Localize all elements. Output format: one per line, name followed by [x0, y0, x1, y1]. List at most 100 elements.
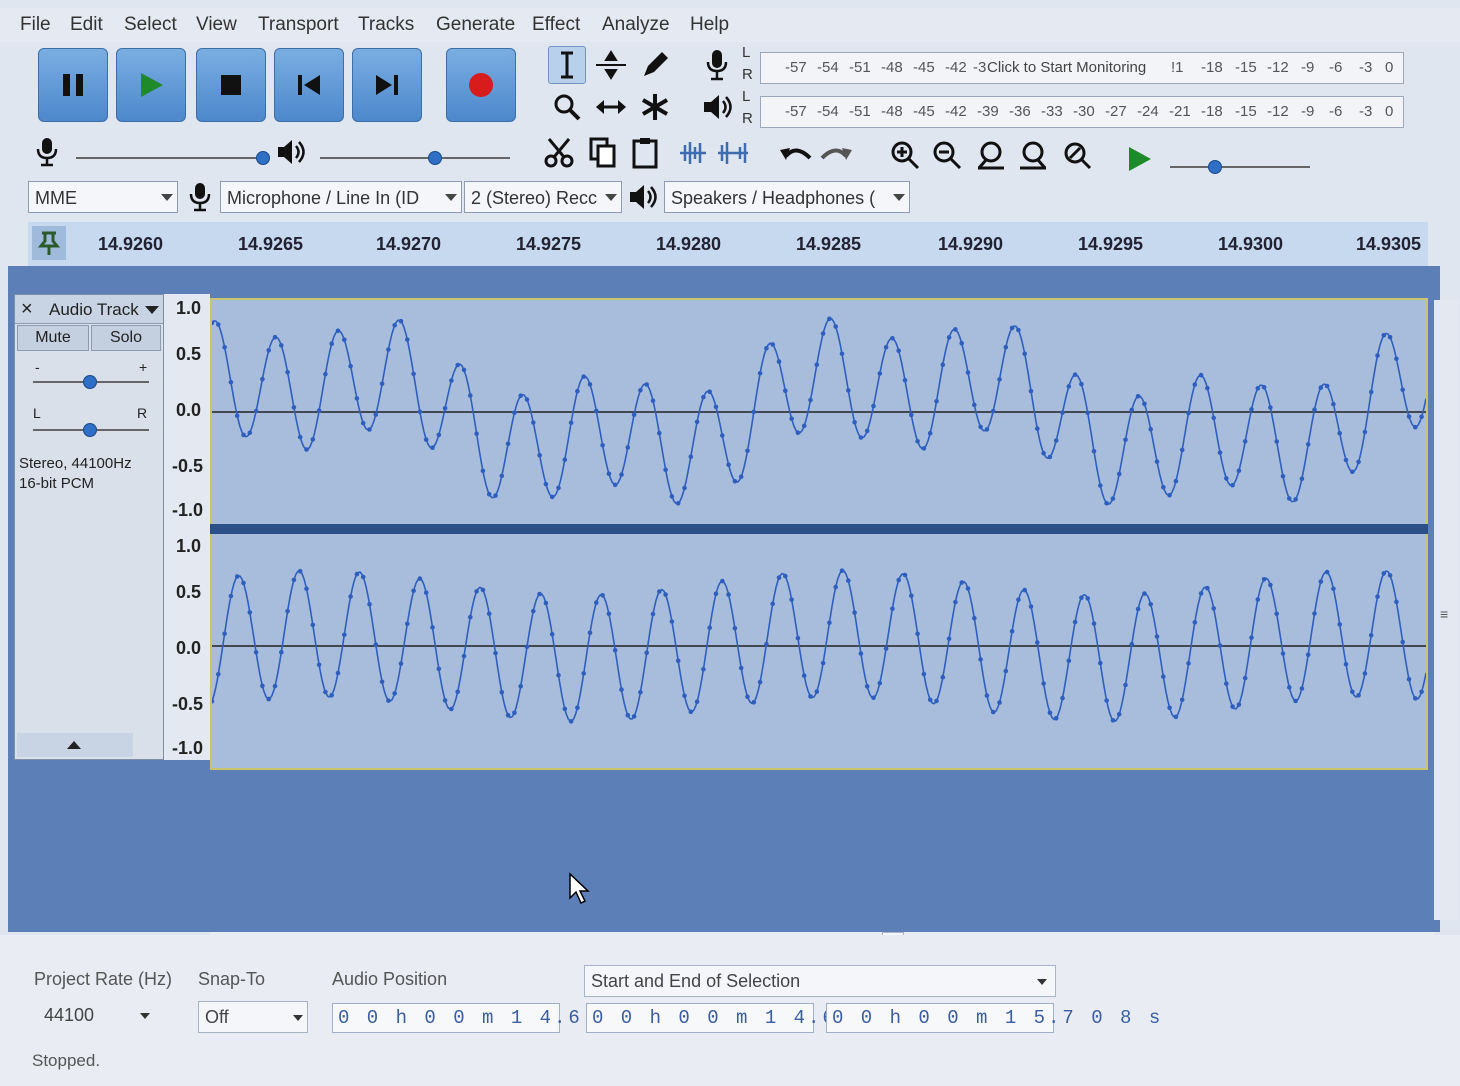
- record-meter[interactable]: -57 -54 -51 -48 -45 -42 -3 Click to Star…: [760, 52, 1404, 84]
- skip-to-start-button[interactable]: [274, 48, 344, 122]
- audio-host-select[interactable]: MME: [28, 181, 178, 213]
- pan-knob[interactable]: [83, 423, 97, 437]
- selection-end-field[interactable]: 0 0 h 0 0 m 1 5.7 0 8 s: [826, 1003, 1160, 1033]
- menu-file[interactable]: File: [20, 14, 51, 36]
- click-to-start-monitoring[interactable]: Click to Start Monitoring: [987, 59, 1146, 76]
- multi-tool[interactable]: [636, 88, 674, 126]
- sample-point: [1400, 387, 1405, 393]
- sample-point: [1053, 716, 1059, 721]
- input-channels-select[interactable]: 2 (Stereo) Recc: [464, 181, 622, 213]
- trim-audio-button[interactable]: [674, 134, 712, 172]
- vertical-scrollbar[interactable]: ≡: [1434, 300, 1458, 920]
- sample-point: [1356, 693, 1361, 698]
- sample-point: [537, 591, 542, 597]
- menu-analyze[interactable]: Analyze: [602, 14, 670, 36]
- sample-point: [1035, 640, 1040, 645]
- sample-point: [461, 367, 467, 373]
- sample-point: [1413, 424, 1418, 430]
- draw-tool[interactable]: [636, 46, 674, 84]
- sample-point: [556, 672, 561, 678]
- playback-volume-knob[interactable]: [428, 151, 442, 165]
- sample-point: [934, 698, 939, 704]
- play-speed-knob[interactable]: [1208, 160, 1222, 174]
- playback-meter[interactable]: -57 -54 -51 -48 -45 -42 -39 -36 -33 -30 …: [760, 96, 1404, 128]
- sample-point: [644, 382, 649, 387]
- playback-meter-button[interactable]: [698, 88, 736, 126]
- selection-mode-select[interactable]: Start and End of Selection: [584, 965, 1056, 997]
- record-button[interactable]: [446, 48, 516, 122]
- skip-to-end-button[interactable]: [352, 48, 422, 122]
- sample-point: [1179, 697, 1185, 703]
- meter-tick: -51: [849, 59, 871, 76]
- envelope-tool[interactable]: [592, 46, 630, 84]
- playback-meter-r: R: [742, 110, 753, 127]
- meter-tick: -36: [1009, 103, 1031, 120]
- sample-point: [1236, 702, 1242, 707]
- menu-effect[interactable]: Effect: [532, 14, 580, 36]
- pin-head-button[interactable]: [32, 226, 66, 260]
- play-speed-slider[interactable]: [1170, 166, 1310, 168]
- paste-button[interactable]: [626, 134, 664, 172]
- redo-button[interactable]: [818, 136, 856, 174]
- pause-button[interactable]: [38, 48, 108, 122]
- recording-volume-knob[interactable]: [256, 151, 270, 165]
- right-channel-waveform[interactable]: [209, 534, 1428, 770]
- play-at-speed-button[interactable]: [1120, 140, 1158, 178]
- gain-knob[interactable]: [83, 375, 97, 389]
- pan-left-label: L: [33, 405, 41, 421]
- meter-tick: -42: [945, 59, 967, 76]
- silence-audio-button[interactable]: [714, 134, 752, 172]
- solo-button[interactable]: Solo: [91, 325, 161, 351]
- track-name-button[interactable]: Audio Track: [49, 300, 139, 320]
- record-meter-button[interactable]: [698, 46, 736, 84]
- project-rate-select[interactable]: 44100: [34, 1001, 162, 1031]
- menu-select[interactable]: Select: [124, 14, 177, 36]
- sample-point: [234, 413, 240, 418]
- timeline-ruler[interactable]: 14.9260 14.9265 14.9270 14.9275 14.9280 …: [28, 222, 1428, 268]
- input-device-select[interactable]: Microphone / Line In (ID: [220, 181, 462, 213]
- zoom-tool[interactable]: [548, 88, 586, 126]
- zoom-in-button[interactable]: [886, 136, 924, 174]
- mute-button[interactable]: Mute: [17, 325, 89, 351]
- cut-button[interactable]: [540, 134, 578, 172]
- zoom-out-button[interactable]: [928, 136, 966, 174]
- vertical-ruler[interactable]: 1.0 0.5 0.0 -0.5 -1.0 1.0 0.5 0.0 -0.5 -…: [164, 294, 211, 760]
- selection-tool[interactable]: [548, 46, 586, 84]
- time-shift-tool[interactable]: [592, 88, 630, 126]
- sample-point: [1368, 633, 1374, 638]
- menu-tracks[interactable]: Tracks: [358, 14, 414, 36]
- sample-point: [1154, 459, 1160, 464]
- zoom-out-icon: [933, 141, 962, 170]
- zoom-toggle-button[interactable]: [1058, 136, 1096, 174]
- left-channel-waveform[interactable]: [209, 298, 1428, 524]
- recording-volume-slider[interactable]: [76, 157, 266, 159]
- fit-project-button[interactable]: [1014, 136, 1052, 174]
- menu-view[interactable]: View: [196, 14, 237, 36]
- sample-point: [335, 328, 341, 334]
- sample-point: [297, 568, 303, 574]
- snap-to-select[interactable]: Off: [198, 1001, 308, 1033]
- status-text: Stopped.: [32, 1051, 101, 1070]
- playback-volume-slider[interactable]: [320, 157, 510, 159]
- play-button[interactable]: [116, 48, 186, 122]
- sample-point: [1116, 712, 1122, 717]
- menu-generate[interactable]: Generate: [436, 14, 515, 36]
- menu-edit[interactable]: Edit: [70, 14, 103, 36]
- track-menu-arrow-icon[interactable]: [145, 306, 159, 314]
- sample-point: [266, 348, 271, 353]
- undo-button[interactable]: [776, 136, 814, 174]
- fit-selection-button[interactable]: [972, 136, 1010, 174]
- close-track-button[interactable]: ×: [21, 298, 33, 321]
- menu-help[interactable]: Help: [690, 14, 729, 36]
- menu-transport[interactable]: Transport: [258, 14, 339, 36]
- asterisk-icon: [641, 94, 669, 120]
- sample-point: [675, 658, 681, 664]
- ruler-tick: 14.9260: [98, 234, 164, 254]
- stop-button[interactable]: [196, 48, 266, 122]
- collapse-track-button[interactable]: [17, 733, 133, 757]
- output-device-select[interactable]: Speakers / Headphones (: [664, 181, 910, 213]
- copy-button[interactable]: [584, 134, 622, 172]
- sample-point: [776, 575, 782, 580]
- audio-position-field[interactable]: 0 0 h 0 0 m 1 4.6 8 7 s: [332, 1003, 666, 1033]
- selection-start-field[interactable]: 0 0 h 0 0 m 1 4.6 8 7 s: [586, 1003, 920, 1033]
